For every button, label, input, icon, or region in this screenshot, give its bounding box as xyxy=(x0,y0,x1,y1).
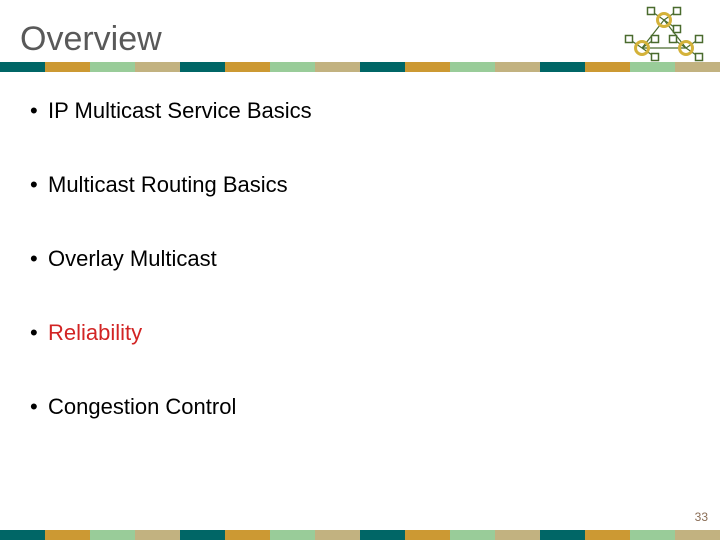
list-item-label: Congestion Control xyxy=(48,394,236,420)
list-item: •Overlay Multicast xyxy=(30,246,660,272)
bullet-icon: • xyxy=(30,172,48,198)
stripe-segment xyxy=(450,530,495,540)
stripe-segment xyxy=(630,530,675,540)
stripe-segment xyxy=(0,530,45,540)
stripe-segment xyxy=(45,530,90,540)
stripe-segment xyxy=(270,530,315,540)
stripe-segment xyxy=(630,62,675,72)
page-number: 33 xyxy=(695,510,708,524)
stripe-segment xyxy=(585,62,630,72)
stripe-segment xyxy=(540,530,585,540)
stripe-bottom xyxy=(0,530,720,540)
page-title: Overview xyxy=(20,20,162,59)
stripe-segment xyxy=(585,530,630,540)
stripe-segment xyxy=(495,62,540,72)
list-item-label: Multicast Routing Basics xyxy=(48,172,288,198)
stripe-segment xyxy=(450,62,495,72)
slide: Overview •IP Multicast Service Basics•Mu… xyxy=(0,0,720,540)
bullet-list: •IP Multicast Service Basics•Multicast R… xyxy=(30,98,660,468)
list-item: •IP Multicast Service Basics xyxy=(30,98,660,124)
stripe-segment xyxy=(360,62,405,72)
stripe-segment xyxy=(360,530,405,540)
stripe-segment xyxy=(225,62,270,72)
stripe-segment xyxy=(270,62,315,72)
bullet-icon: • xyxy=(30,246,48,272)
stripe-segment xyxy=(45,62,90,72)
list-item-label: Reliability xyxy=(48,320,142,346)
stripe-segment xyxy=(405,62,450,72)
stripe-segment xyxy=(225,530,270,540)
stripe-segment xyxy=(180,62,225,72)
stripe-segment xyxy=(135,62,180,72)
stripe-segment xyxy=(90,62,135,72)
stripe-segment xyxy=(135,530,180,540)
bullet-icon: • xyxy=(30,394,48,420)
list-item: •Multicast Routing Basics xyxy=(30,172,660,198)
stripe-segment xyxy=(0,62,45,72)
stripe-segment xyxy=(180,530,225,540)
stripe-segment xyxy=(90,530,135,540)
list-item: •Congestion Control xyxy=(30,394,660,420)
list-item-label: IP Multicast Service Basics xyxy=(48,98,312,124)
bullet-icon: • xyxy=(30,98,48,124)
list-item: •Reliability xyxy=(30,320,660,346)
stripe-segment xyxy=(315,530,360,540)
stripe-segment xyxy=(675,530,720,540)
stripe-segment xyxy=(675,62,720,72)
stripe-segment xyxy=(405,530,450,540)
stripe-segment xyxy=(315,62,360,72)
stripe-top xyxy=(0,62,720,72)
network-diagram-icon xyxy=(620,6,708,68)
bullet-icon: • xyxy=(30,320,48,346)
stripe-segment xyxy=(495,530,540,540)
stripe-segment xyxy=(540,62,585,72)
list-item-label: Overlay Multicast xyxy=(48,246,217,272)
